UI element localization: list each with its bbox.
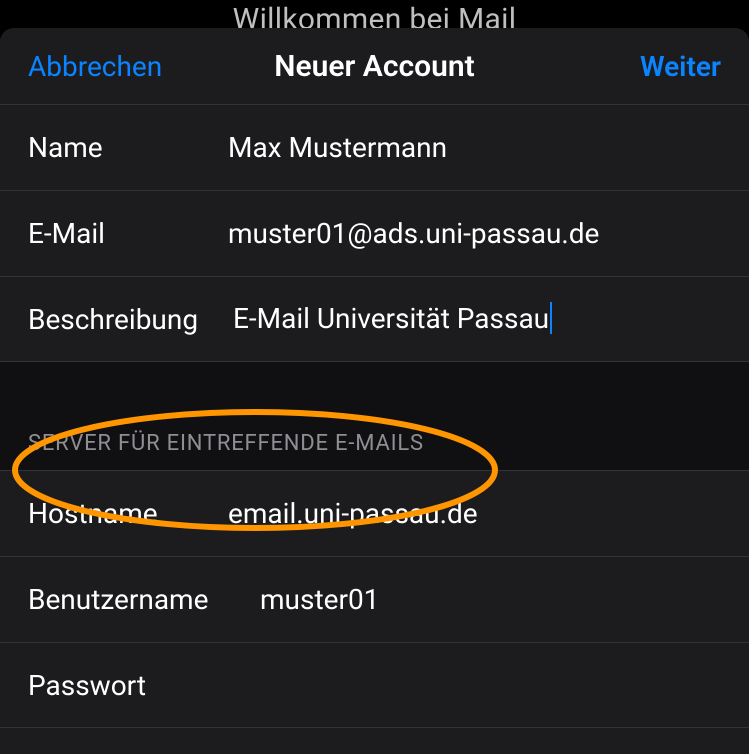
text-cursor [550,302,552,334]
hostname-label: Hostname [28,497,228,530]
username-row[interactable]: Benutzername muster01 [0,556,749,642]
description-field[interactable]: E-Mail Universität Passau [233,302,721,337]
email-row[interactable]: E-Mail muster01@ads.uni-passau.de [0,190,749,276]
cancel-button[interactable]: Abbrechen [28,50,178,83]
navbar: Abbrechen Neuer Account Weiter [0,28,749,104]
section-gap [0,362,749,420]
modal-sheet: Abbrechen Neuer Account Weiter Name Max … [0,28,749,754]
navbar-title: Neuer Account [178,49,571,84]
hostname-row[interactable]: Hostname email.uni-passau.de [0,470,749,556]
username-field[interactable]: muster01 [260,583,721,616]
account-info-group: Name Max Mustermann E-Mail muster01@ads.… [0,104,749,362]
email-label: E-Mail [28,217,228,250]
description-row[interactable]: Beschreibung E-Mail Universität Passau [0,276,749,362]
email-field[interactable]: muster01@ads.uni-passau.de [228,217,721,250]
incoming-server-header: SERVER FÜR EINTREFFENDE E-MAILS [0,420,749,470]
password-row[interactable]: Passwort [0,642,749,728]
next-button[interactable]: Weiter [571,50,721,83]
name-label: Name [28,131,228,164]
username-label: Benutzername [28,583,260,616]
incoming-server-group: Hostname email.uni-passau.de Benutzernam… [0,470,749,728]
password-label: Passwort [28,669,228,702]
name-row[interactable]: Name Max Mustermann [0,104,749,190]
hostname-field[interactable]: email.uni-passau.de [228,497,721,530]
description-value-text: E-Mail Universität Passau [233,302,549,335]
name-field[interactable]: Max Mustermann [228,131,721,164]
description-label: Beschreibung [28,303,233,336]
